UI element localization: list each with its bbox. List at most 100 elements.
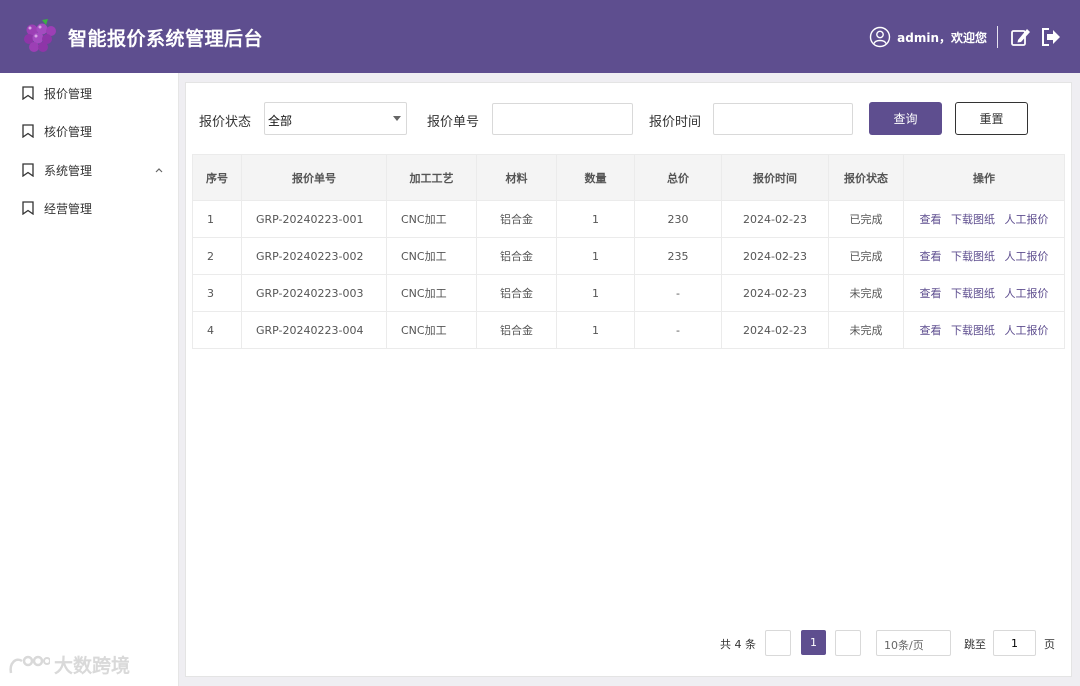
jump-page-input[interactable] bbox=[993, 630, 1036, 656]
cell-actions: 查看 下载图纸 人工报价 bbox=[903, 237, 1065, 275]
manual-quote-link[interactable]: 人工报价 bbox=[1005, 213, 1049, 226]
app-title: 智能报价系统管理后台 bbox=[68, 28, 264, 50]
cell-status: 已完成 bbox=[828, 200, 904, 238]
download-drawing-link[interactable]: 下载图纸 bbox=[951, 287, 995, 300]
bookmark-icon bbox=[22, 124, 34, 138]
table-header-row: 序号 报价单号 加工工艺 材料 数量 总价 报价时间 报价状态 操作 bbox=[192, 154, 1065, 201]
sidebar-item-business-management[interactable]: 经营管理 bbox=[0, 193, 179, 223]
cell-actions: 查看 下载图纸 人工报价 bbox=[903, 274, 1065, 312]
sidebar-item-label: 报价管理 bbox=[44, 87, 93, 101]
cell-order: GRP-20240223-001 bbox=[241, 200, 387, 238]
quote-time-input[interactable] bbox=[713, 103, 853, 135]
cell-actions: 查看 下载图纸 人工报价 bbox=[903, 200, 1065, 238]
column-header: 操作 bbox=[903, 154, 1065, 201]
view-link[interactable]: 查看 bbox=[920, 324, 942, 337]
view-link[interactable]: 查看 bbox=[920, 250, 942, 263]
cell-total: - bbox=[634, 311, 722, 349]
welcome-text: admin，欢迎您 bbox=[897, 30, 987, 45]
prev-page-button[interactable] bbox=[765, 630, 791, 656]
sidebar-item-label: 核价管理 bbox=[44, 125, 93, 139]
cell-total: 235 bbox=[634, 237, 722, 275]
bookmark-icon bbox=[22, 201, 34, 215]
view-link[interactable]: 查看 bbox=[920, 287, 942, 300]
manual-quote-link[interactable]: 人工报价 bbox=[1005, 250, 1049, 263]
view-link[interactable]: 查看 bbox=[920, 213, 942, 226]
dropdown-arrow-icon bbox=[393, 116, 401, 121]
cell-actions: 查看 下载图纸 人工报价 bbox=[903, 311, 1065, 349]
table-row: 1 GRP-20240223-001 CNC加工 铝合金 1 230 2024-… bbox=[192, 200, 1065, 238]
cell-time: 2024-02-23 bbox=[721, 237, 829, 275]
watermark: 大数跨境 bbox=[8, 651, 130, 678]
cell-order: GRP-20240223-004 bbox=[241, 311, 387, 349]
chevron-up-icon[interactable] bbox=[154, 165, 164, 175]
cell-status: 未完成 bbox=[828, 311, 904, 349]
column-header: 报价时间 bbox=[721, 154, 829, 201]
jump-label: 跳至 bbox=[964, 638, 986, 651]
cell-no: 3 bbox=[192, 274, 242, 312]
page-unit-label: 页 bbox=[1044, 638, 1055, 651]
cell-order: GRP-20240223-003 bbox=[241, 274, 387, 312]
cell-time: 2024-02-23 bbox=[721, 200, 829, 238]
sidebar-item-system-management[interactable]: 系统管理 bbox=[0, 155, 179, 185]
download-drawing-link[interactable]: 下载图纸 bbox=[951, 324, 995, 337]
cell-status: 未完成 bbox=[828, 274, 904, 312]
reset-button[interactable]: 重置 bbox=[955, 102, 1028, 135]
top-header: 智能报价系统管理后台 admin，欢迎您 bbox=[0, 0, 1080, 73]
download-drawing-link[interactable]: 下载图纸 bbox=[951, 213, 995, 226]
table-row: 2 GRP-20240223-002 CNC加工 铝合金 1 235 2024-… bbox=[192, 237, 1065, 275]
cell-total: 230 bbox=[634, 200, 722, 238]
cell-material: 铝合金 bbox=[476, 200, 557, 238]
watermark-logo-icon bbox=[9, 655, 50, 673]
column-header: 总价 bbox=[634, 154, 722, 201]
cell-no: 1 bbox=[192, 200, 242, 238]
bookmark-icon bbox=[22, 163, 34, 177]
user-circle-icon[interactable] bbox=[869, 26, 891, 48]
table-row: 3 GRP-20240223-003 CNC加工 铝合金 1 - 2024-02… bbox=[192, 274, 1065, 312]
download-drawing-link[interactable]: 下载图纸 bbox=[951, 250, 995, 263]
header-divider bbox=[997, 26, 998, 48]
manual-quote-link[interactable]: 人工报价 bbox=[1005, 324, 1049, 337]
manual-quote-link[interactable]: 人工报价 bbox=[1005, 287, 1049, 300]
cell-order: GRP-20240223-002 bbox=[241, 237, 387, 275]
cell-qty: 1 bbox=[556, 237, 635, 275]
query-button[interactable]: 查询 bbox=[869, 102, 942, 135]
sidebar-item-quote-management[interactable]: 报价管理 bbox=[0, 78, 179, 108]
cell-time: 2024-02-23 bbox=[721, 311, 829, 349]
column-header: 序号 bbox=[192, 154, 242, 201]
total-count: 共 4 条 bbox=[720, 638, 756, 651]
column-header: 报价状态 bbox=[828, 154, 904, 201]
user-area: admin，欢迎您 bbox=[869, 24, 1066, 50]
cell-no: 2 bbox=[192, 237, 242, 275]
quote-table: 序号 报价单号 加工工艺 材料 数量 总价 报价时间 报价状态 操作 1 GRP… bbox=[192, 154, 1065, 349]
column-header: 加工工艺 bbox=[386, 154, 477, 201]
order-number-input[interactable] bbox=[492, 103, 633, 135]
sidebar-item-price-check[interactable]: 核价管理 bbox=[0, 116, 179, 146]
next-page-button[interactable] bbox=[835, 630, 861, 656]
cell-total: - bbox=[634, 274, 722, 312]
pagination: 共 4 条 1 10条/页 跳至 页 bbox=[186, 630, 1073, 656]
current-page-button[interactable]: 1 bbox=[801, 630, 826, 655]
column-header: 报价单号 bbox=[241, 154, 387, 201]
cell-craft: CNC加工 bbox=[386, 274, 477, 312]
cell-no: 4 bbox=[192, 311, 242, 349]
bookmark-icon bbox=[22, 86, 34, 100]
main-panel: 报价状态 全部 报价单号 报价时间 查询 重置 序号 报价单号 加工工艺 材料 … bbox=[185, 82, 1072, 677]
edit-icon[interactable] bbox=[1010, 26, 1032, 48]
cell-craft: CNC加工 bbox=[386, 311, 477, 349]
page-size-select[interactable]: 10条/页 bbox=[876, 630, 951, 656]
watermark-text: 大数跨境 bbox=[54, 655, 131, 677]
cell-craft: CNC加工 bbox=[386, 200, 477, 238]
column-header: 材料 bbox=[476, 154, 557, 201]
cell-material: 铝合金 bbox=[476, 237, 557, 275]
cell-material: 铝合金 bbox=[476, 274, 557, 312]
column-header: 数量 bbox=[556, 154, 635, 201]
time-filter-label: 报价时间 bbox=[649, 115, 702, 130]
table-row: 4 GRP-20240223-004 CNC加工 铝合金 1 - 2024-02… bbox=[192, 311, 1065, 349]
status-select-value: 全部 bbox=[268, 114, 293, 128]
sidebar: 报价管理 核价管理 系统管理 经营管理 大数跨境 bbox=[0, 73, 179, 686]
logout-icon[interactable] bbox=[1040, 26, 1062, 48]
cell-qty: 1 bbox=[556, 311, 635, 349]
grape-logo-icon bbox=[24, 19, 56, 52]
sidebar-item-label: 系统管理 bbox=[44, 164, 93, 178]
status-select[interactable]: 全部 bbox=[264, 102, 407, 135]
